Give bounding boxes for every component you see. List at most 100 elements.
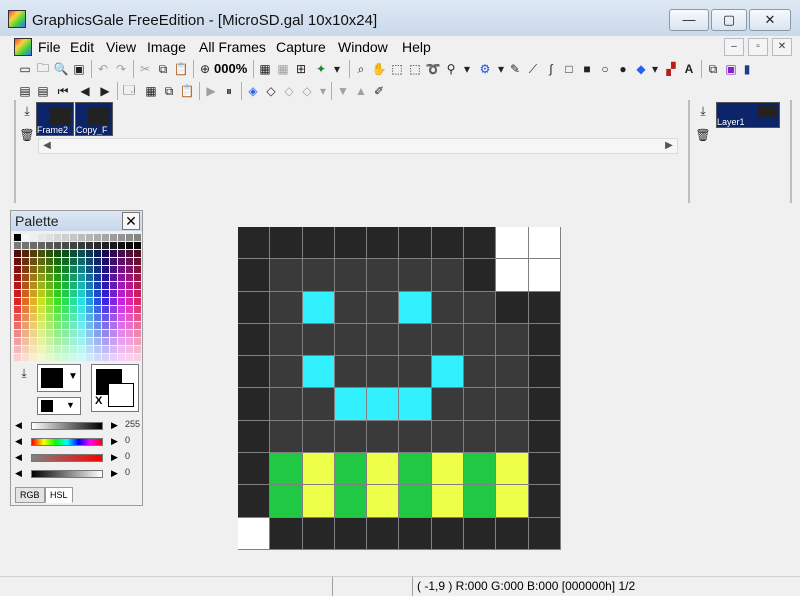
color-swatch[interactable] <box>70 298 78 306</box>
lasso-icon[interactable]: ➰ <box>424 60 442 78</box>
canvas-pixel[interactable] <box>528 356 561 389</box>
color-swatch[interactable] <box>134 314 142 322</box>
color-swatch[interactable] <box>94 274 102 282</box>
canvas-pixel[interactable] <box>270 388 303 421</box>
color-swatch[interactable] <box>14 266 22 274</box>
color-swatch[interactable] <box>118 234 126 242</box>
color-swatch[interactable] <box>22 266 30 274</box>
canvas-pixel[interactable] <box>367 420 400 454</box>
color-swatch[interactable] <box>78 346 86 354</box>
canvas-pixel[interactable] <box>464 485 497 518</box>
color-swatch[interactable] <box>54 322 62 330</box>
color-swatch[interactable] <box>134 330 142 338</box>
paste-icon[interactable]: 📋 <box>172 60 190 78</box>
color-swatch[interactable] <box>134 234 142 242</box>
canvas-pixel[interactable] <box>431 259 465 292</box>
canvas-pixel[interactable] <box>367 388 400 421</box>
zoom-tool-icon[interactable]: ⊕ <box>196 60 214 78</box>
color-swatch[interactable] <box>38 274 46 282</box>
color-swatch[interactable] <box>78 354 86 362</box>
arrow-right-icon[interactable]: ▶ <box>111 436 118 447</box>
fine-grid-icon[interactable]: ▦ <box>274 60 292 78</box>
color-swatch[interactable] <box>14 322 22 330</box>
redo-icon[interactable]: ↷ <box>112 60 130 78</box>
color-swatch[interactable] <box>62 250 70 258</box>
color-swatch[interactable] <box>14 234 22 242</box>
menu-all-frames[interactable]: All Frames <box>199 39 266 55</box>
canvas-pixel[interactable] <box>399 517 432 550</box>
canvas-pixel[interactable] <box>270 323 303 357</box>
color-swatch[interactable] <box>134 306 142 314</box>
color-swatch[interactable] <box>30 258 38 266</box>
color-swatch[interactable] <box>62 290 70 298</box>
layer-thumbnail[interactable]: Layer1 <box>716 102 780 128</box>
color-swatch[interactable] <box>22 330 30 338</box>
mdi-minimize-button[interactable]: – <box>724 38 744 56</box>
canvas-pixel[interactable] <box>238 323 271 357</box>
color-picker-box[interactable]: X <box>91 364 139 412</box>
color-swatch[interactable] <box>22 298 30 306</box>
color-swatch[interactable] <box>134 250 142 258</box>
color-swatch[interactable] <box>110 274 118 282</box>
color-swatch[interactable] <box>94 282 102 290</box>
pixel-canvas[interactable] <box>238 227 561 550</box>
color-swatch[interactable] <box>46 330 54 338</box>
menu-image[interactable]: Image <box>147 39 186 55</box>
canvas-pixel[interactable] <box>431 485 465 518</box>
color-swatch[interactable] <box>102 250 110 258</box>
menu-view[interactable]: View <box>106 39 136 55</box>
color-swatch[interactable] <box>78 330 86 338</box>
color-swatch[interactable] <box>118 354 126 362</box>
color-swatch[interactable] <box>78 234 86 242</box>
canvas-pixel[interactable] <box>367 517 400 550</box>
color-swatch[interactable] <box>126 250 134 258</box>
menu-capture[interactable]: Capture <box>276 39 326 55</box>
canvas-pixel[interactable] <box>431 453 465 486</box>
color-swatch[interactable] <box>54 266 62 274</box>
color-swatch[interactable] <box>86 346 94 354</box>
color-swatch[interactable] <box>126 314 134 322</box>
canvas-pixel[interactable] <box>334 485 368 518</box>
color-swatch[interactable] <box>30 330 38 338</box>
canvas-pixel[interactable] <box>367 291 400 324</box>
color-swatch[interactable] <box>86 338 94 346</box>
color-swatch[interactable] <box>62 282 70 290</box>
search-icon[interactable]: 🔍 <box>52 60 70 78</box>
color-swatch[interactable] <box>86 330 94 338</box>
color-swatch[interactable] <box>54 298 62 306</box>
canvas-pixel[interactable] <box>431 291 465 324</box>
color-swatch[interactable] <box>70 234 78 242</box>
diamond-icon[interactable]: ◇ <box>262 82 280 100</box>
canvas-pixel[interactable] <box>334 227 368 260</box>
color-swatch[interactable] <box>22 354 30 362</box>
color-swatch[interactable] <box>22 274 30 282</box>
canvas-pixel[interactable] <box>399 388 432 421</box>
color-swatch[interactable] <box>62 274 70 282</box>
color-swatch[interactable] <box>110 282 118 290</box>
frames-icon[interactable]: ▤ <box>16 82 34 100</box>
arrow-left-icon[interactable]: ◀ <box>15 452 22 463</box>
color-swatch[interactable] <box>46 258 54 266</box>
canvas-pixel[interactable] <box>496 291 529 324</box>
color-swatch[interactable] <box>54 306 62 314</box>
color-swatch[interactable] <box>94 250 102 258</box>
color-swatch[interactable] <box>30 250 38 258</box>
color-swatch[interactable] <box>54 314 62 322</box>
pencil-icon[interactable]: ✎ <box>506 60 524 78</box>
color-swatch[interactable] <box>30 298 38 306</box>
canvas-pixel[interactable] <box>302 420 335 454</box>
color-swatch[interactable] <box>62 314 70 322</box>
canvas-pixel[interactable] <box>238 517 271 550</box>
canvas-pixel[interactable] <box>302 356 335 389</box>
rectangle-icon[interactable]: □ <box>560 60 578 78</box>
frames-edit-icon[interactable]: ▤ <box>34 82 52 100</box>
color-swatch[interactable] <box>134 338 142 346</box>
color-swatch[interactable] <box>86 250 94 258</box>
color-swatch[interactable] <box>54 258 62 266</box>
color-swatch[interactable] <box>94 242 102 250</box>
canvas-pixel[interactable] <box>302 388 335 421</box>
color-swatch[interactable] <box>14 282 22 290</box>
color-swatch[interactable] <box>22 338 30 346</box>
undo-icon[interactable]: ↶ <box>94 60 112 78</box>
copy-frame-icon[interactable]: ⧉ <box>160 82 178 100</box>
